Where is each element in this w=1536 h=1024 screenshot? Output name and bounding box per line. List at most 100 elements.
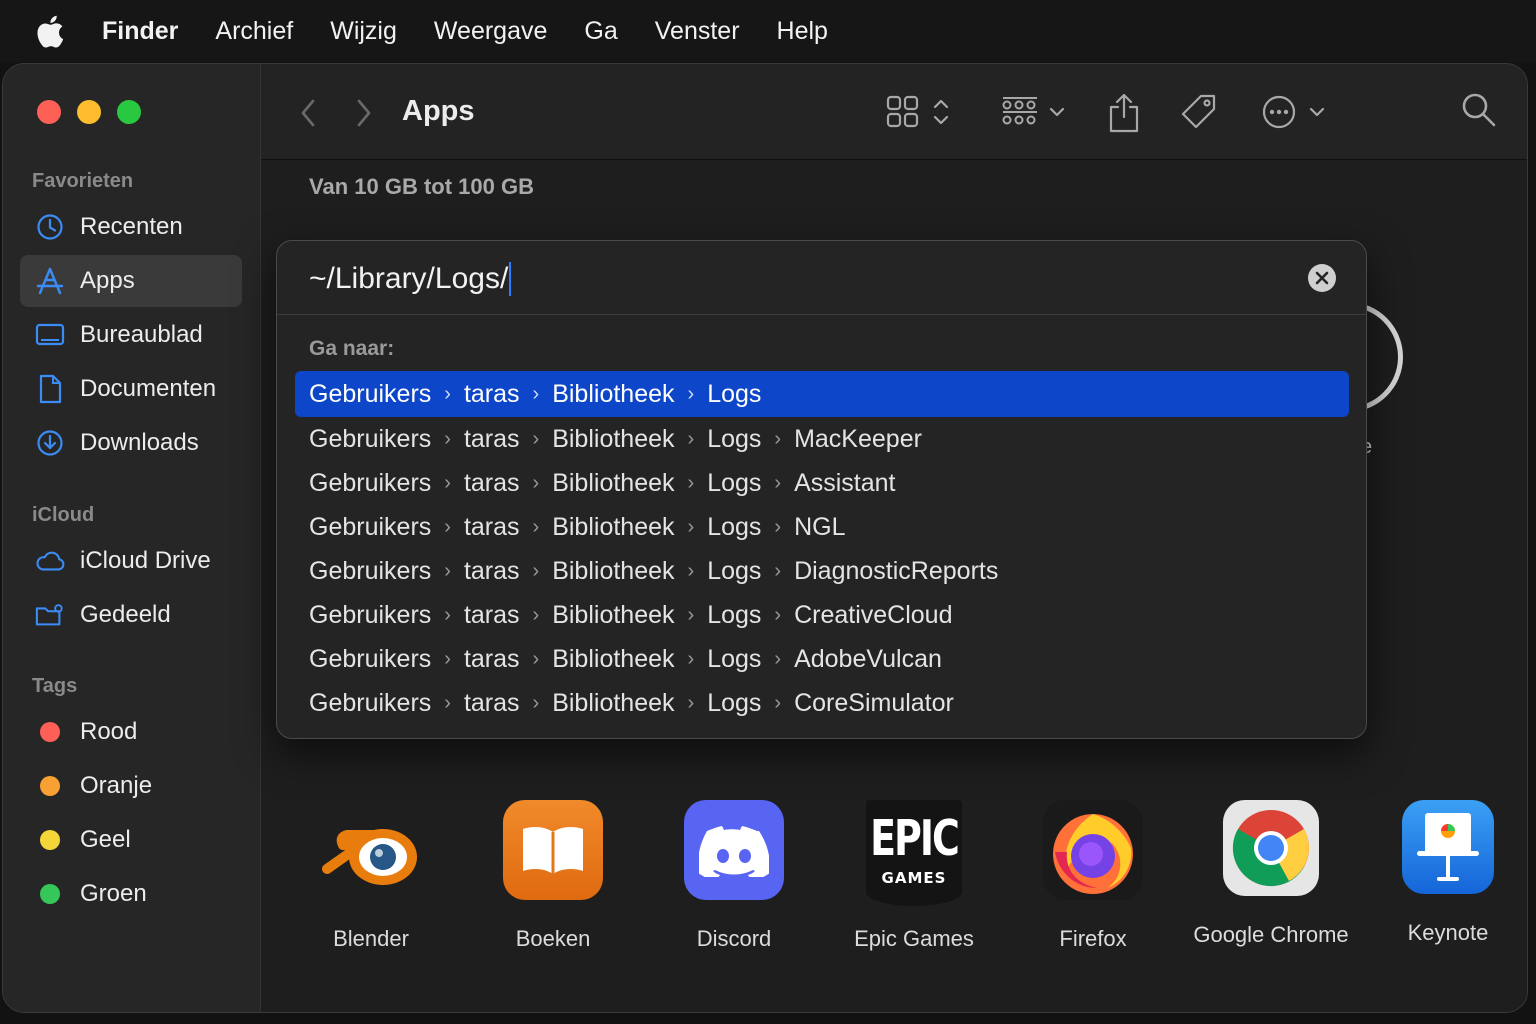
- tag-icon[interactable]: [1179, 92, 1219, 132]
- chevron-right-icon: ›: [687, 691, 695, 714]
- app-blender[interactable]: Blender: [281, 800, 461, 952]
- go-to-folder-dialog: ~/Library/Logs/ Ga naar: Gebruikers › tara…: [276, 240, 1367, 739]
- forward-button[interactable]: [355, 98, 373, 133]
- path-segment: MacKeeper: [794, 424, 922, 453]
- app-keynote[interactable]: Keynote: [1358, 800, 1527, 946]
- chevron-right-icon: ›: [687, 382, 695, 405]
- chevron-right-icon: ›: [532, 647, 540, 670]
- app-label: Firefox: [1059, 926, 1127, 951]
- firefox-icon: [1043, 800, 1143, 900]
- path-segment: Logs: [707, 688, 762, 717]
- tag-color-dot: [40, 830, 60, 850]
- sidebar: Favorieten Recenten Apps Bureaublad Docu…: [3, 64, 261, 1012]
- app-boeken[interactable]: Boeken: [463, 800, 643, 952]
- path-segment: CoreSimulator: [794, 688, 954, 717]
- path-segment: Gebruikers: [309, 512, 432, 541]
- desktop-icon: [35, 320, 65, 350]
- sidebar-item-apps[interactable]: Apps: [20, 255, 242, 307]
- chevron-right-icon: ›: [532, 427, 540, 450]
- sidebar-item-label: Apps: [80, 267, 135, 294]
- app-firefox[interactable]: Firefox: [1003, 800, 1183, 952]
- suggestion-row[interactable]: Gebruikers › taras › Bibliotheek › Logs › MacKee…: [295, 417, 1349, 461]
- app-label: Keynote: [1407, 920, 1489, 945]
- app-epic-games[interactable]: EPIC GAMES Epic Games: [824, 800, 1004, 952]
- sidebar-section-tags: Tags: [32, 675, 78, 697]
- back-button[interactable]: [299, 98, 317, 133]
- menu-archief[interactable]: Archief: [215, 17, 293, 46]
- chrome-icon: [1223, 800, 1319, 896]
- group-by-button[interactable]: [1001, 92, 1071, 132]
- path-segment: Gebruikers: [309, 600, 432, 629]
- menu-finder[interactable]: Finder: [102, 17, 178, 46]
- app-google-chrome[interactable]: Google Chrome: [1181, 800, 1361, 948]
- menu-help[interactable]: Help: [777, 17, 828, 46]
- view-mode-button[interactable]: [885, 92, 955, 132]
- sidebar-tag-oranje[interactable]: Oranje: [20, 760, 242, 812]
- suggestion-row[interactable]: Gebruikers › taras › Bibliotheek › Logs › AdobeV…: [295, 637, 1349, 681]
- divider: [277, 314, 1366, 315]
- menu-venster[interactable]: Venster: [655, 17, 740, 46]
- go-to-label: Ga naar:: [309, 337, 395, 360]
- suggestion-row[interactable]: Gebruikers › taras › Bibliotheek › Logs: [295, 371, 1349, 417]
- menu-weergave[interactable]: Weergave: [434, 17, 548, 46]
- sidebar-item-bureaublad[interactable]: Bureaublad: [20, 309, 242, 361]
- chevron-right-icon: ›: [687, 471, 695, 494]
- path-segment: AdobeVulcan: [794, 644, 942, 673]
- path-segment: Logs: [707, 556, 762, 585]
- suggestion-list: Gebruikers › taras › Bibliotheek › Logs Gebruik…: [295, 371, 1349, 725]
- chevron-right-icon: ›: [774, 471, 782, 494]
- menu-ga[interactable]: Ga: [584, 17, 617, 46]
- path-segment: Gebruikers: [309, 424, 432, 453]
- sidebar-item-documenten[interactable]: Documenten: [20, 363, 242, 415]
- more-actions-button[interactable]: [1261, 92, 1331, 132]
- path-segment: Bibliotheek: [552, 644, 675, 673]
- chevron-right-icon: ›: [774, 603, 782, 626]
- zoom-window-button[interactable]: [117, 100, 141, 124]
- chevron-right-icon: ›: [774, 647, 782, 670]
- menu-bar: Finder Archief Wijzig Weergave Ga Venste…: [0, 0, 1536, 62]
- chevron-right-icon: ›: [532, 382, 540, 405]
- suggestion-row[interactable]: Gebruikers › taras › Bibliotheek › Logs › Diagno…: [295, 549, 1349, 593]
- minimize-window-button[interactable]: [77, 100, 101, 124]
- path-input[interactable]: ~/Library/Logs/: [309, 259, 1269, 299]
- suggestion-row[interactable]: Gebruikers › taras › Bibliotheek › Logs › CoreSi…: [295, 681, 1349, 725]
- sidebar-item-gedeeld[interactable]: Gedeeld: [20, 589, 242, 641]
- chevron-right-icon: ›: [444, 647, 451, 670]
- chevron-right-icon: ›: [444, 515, 451, 538]
- sidebar-item-label: Bureaublad: [80, 321, 203, 348]
- path-segment: taras: [463, 379, 520, 408]
- sidebar-item-label: Gedeeld: [80, 601, 171, 628]
- sidebar-item-icloud-drive[interactable]: iCloud Drive: [20, 535, 242, 587]
- window-title: Apps: [402, 95, 475, 127]
- close-window-button[interactable]: [37, 100, 61, 124]
- menu-wijzig[interactable]: Wijzig: [330, 17, 397, 46]
- clear-path-button[interactable]: [1308, 264, 1336, 292]
- suggestion-row[interactable]: Gebruikers › taras › Bibliotheek › Logs › Assist…: [295, 461, 1349, 505]
- path-segment: taras: [463, 556, 520, 585]
- discord-icon: [684, 800, 784, 900]
- path-segment: taras: [463, 600, 520, 629]
- share-icon[interactable]: [1107, 92, 1141, 134]
- sidebar-tag-geel[interactable]: Geel: [20, 814, 242, 866]
- sidebar-tag-rood[interactable]: Rood: [20, 706, 242, 758]
- epic-logo-text: EPIC: [870, 809, 960, 867]
- apple-menu-icon[interactable]: [36, 14, 66, 48]
- suggestion-row[interactable]: Gebruikers › taras › Bibliotheek › Logs › NGL: [295, 505, 1349, 549]
- search-icon[interactable]: [1461, 92, 1497, 128]
- epic-games-icon: EPIC GAMES: [866, 800, 962, 906]
- app-discord[interactable]: Discord: [644, 800, 824, 952]
- app-label: Google Chrome: [1193, 922, 1349, 947]
- path-segment: taras: [463, 424, 520, 453]
- chevron-right-icon: ›: [532, 559, 540, 582]
- chevron-right-icon: ›: [687, 427, 695, 450]
- chevron-right-icon: ›: [774, 515, 782, 538]
- chevron-right-icon: ›: [774, 559, 782, 582]
- sidebar-tag-groen[interactable]: Groen: [20, 868, 242, 920]
- chevron-right-icon: ›: [444, 559, 451, 582]
- suggestion-row[interactable]: Gebruikers › taras › Bibliotheek › Logs › Creati…: [295, 593, 1349, 637]
- app-label: Boeken: [515, 926, 591, 951]
- tag-color-dot: [40, 722, 60, 742]
- path-segment: Logs: [707, 600, 762, 629]
- sidebar-item-recenten[interactable]: Recenten: [20, 201, 242, 253]
- sidebar-item-downloads[interactable]: Downloads: [20, 417, 242, 469]
